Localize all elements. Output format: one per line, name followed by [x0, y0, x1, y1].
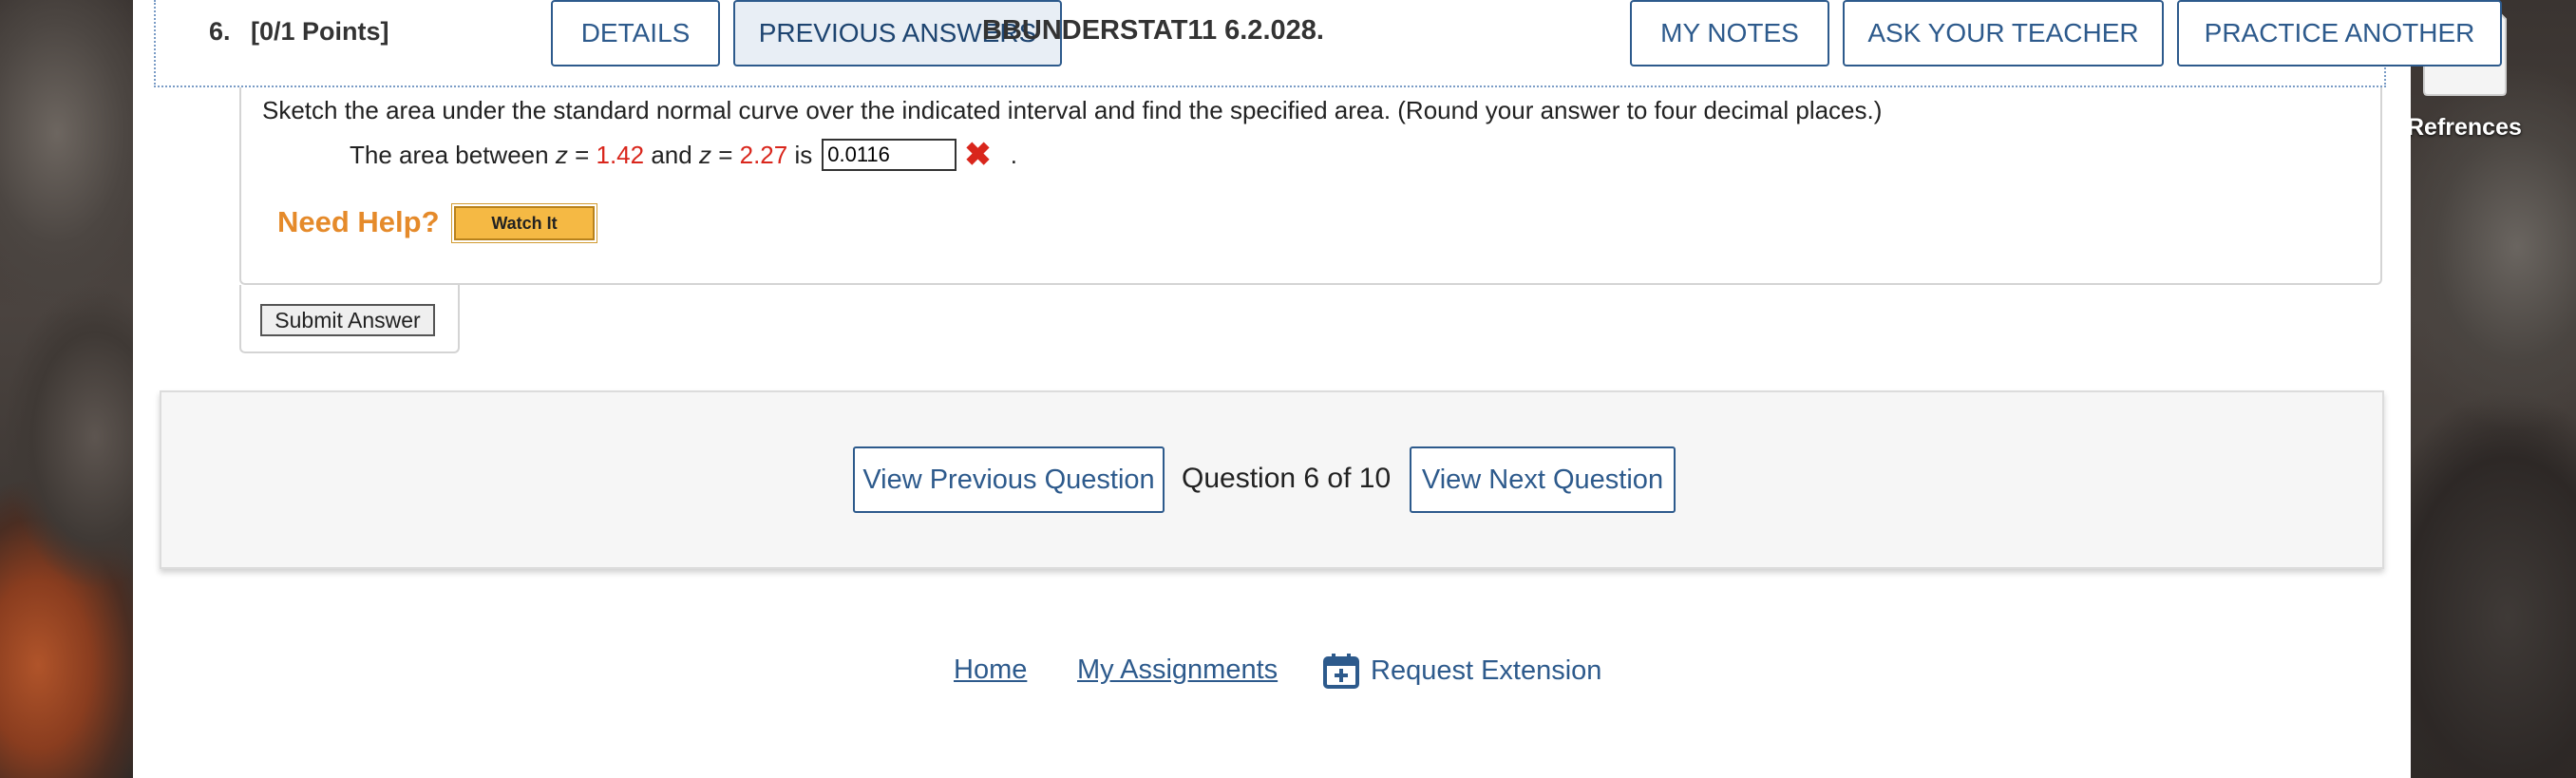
view-previous-question-button[interactable]: View Previous Question [853, 446, 1165, 513]
z-value-1: 1.42 [596, 140, 645, 169]
question-points: [0/1 Points] [251, 17, 389, 46]
answer-prefix: The area between [350, 140, 549, 169]
answer-input[interactable] [822, 139, 957, 171]
equals-1: = [575, 140, 590, 169]
request-extension-link[interactable]: Request Extension [1323, 653, 1601, 689]
equals-2: = [718, 140, 733, 169]
webassign-page: 6. [0/1 Points] DETAILS PREVIOUS ANSWERS… [133, 0, 2502, 778]
z-value-2: 2.27 [739, 140, 788, 169]
trailing-period: . [1010, 140, 1017, 169]
question-counter: Question 6 of 10 [1182, 463, 1392, 494]
question-prompt: Sketch the area under the standard norma… [262, 96, 1883, 124]
details-button[interactable]: DETAILS [551, 0, 720, 66]
request-extension-label: Request Extension [1371, 655, 1602, 686]
watch-it-button[interactable]: Watch It [451, 203, 597, 243]
desktop-file-label[interactable]: Refrences [2407, 114, 2522, 142]
red-x-icon: ✖ [964, 137, 992, 173]
variable-z2: z [698, 140, 711, 169]
my-assignments-link[interactable]: My Assignments [1077, 655, 1278, 686]
question-code: BBUNDERSTAT11 6.2.028. [982, 15, 1324, 46]
my-notes-button[interactable]: MY NOTES [1630, 0, 1829, 66]
ask-your-teacher-button[interactable]: ASK YOUR TEACHER [1843, 0, 2164, 66]
question-number: 6. [209, 17, 231, 46]
is-text: is [794, 140, 813, 169]
view-next-question-button[interactable]: View Next Question [1410, 446, 1676, 513]
need-help-label: Need Help? [277, 205, 440, 238]
calendar-plus-icon [1323, 654, 1359, 689]
and-text: and [651, 140, 692, 169]
variable-z1: z [555, 140, 568, 169]
home-link[interactable]: Home [954, 655, 1027, 686]
answer-line: The area between z = 1.42 and z = 2.27 i… [350, 139, 1017, 171]
question-header: 6. [0/1 Points] DETAILS PREVIOUS ANSWERS… [154, 0, 2502, 87]
submit-answer-button[interactable]: Submit Answer [260, 304, 435, 336]
practice-another-button[interactable]: PRACTICE ANOTHER [2177, 0, 2502, 66]
